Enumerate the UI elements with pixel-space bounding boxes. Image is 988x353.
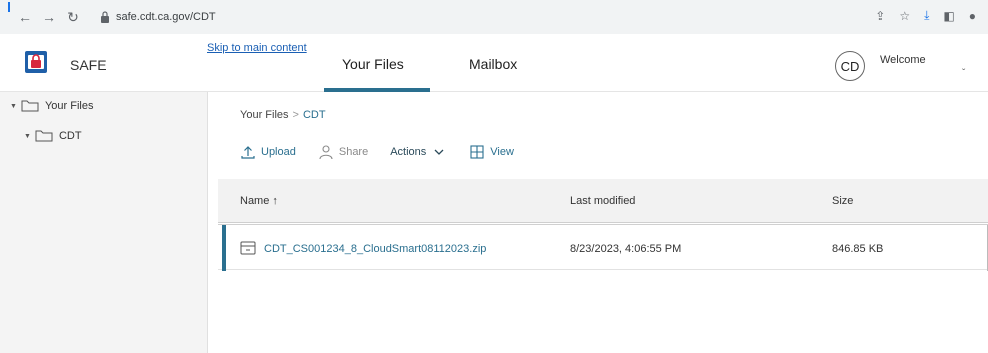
table-row[interactable]: CDT_CS001234_8_CloudSmart08112023.zip 8/…: [218, 224, 988, 271]
folder-icon: [21, 100, 39, 112]
app-header: SAFE Skip to main content Your Files Mai…: [0, 34, 988, 92]
share-page-icon[interactable]: ⇪: [875, 9, 885, 23]
breadcrumb-separator: >: [292, 109, 299, 121]
tab-mailbox[interactable]: Mailbox: [469, 56, 517, 72]
share-button[interactable]: Share: [318, 144, 368, 160]
breadcrumb: Your Files > CDT: [240, 109, 326, 121]
profile-icon[interactable]: ●: [969, 9, 976, 23]
file-toolbar: Upload Share Actions View: [240, 144, 536, 160]
welcome-text: Welcome: [880, 54, 926, 66]
file-list-header: Name ↑ Last modified Size: [218, 179, 988, 223]
active-tab-indicator: [324, 88, 430, 92]
reload-icon[interactable]: ↻: [64, 8, 82, 26]
forward-arrow-icon[interactable]: →: [40, 8, 58, 26]
address-bar[interactable]: safe.cdt.ca.gov/CDT: [92, 5, 952, 29]
expand-triangle-icon[interactable]: ▼: [24, 133, 31, 140]
browser-actions: ⇪ ☆ ⤓ ◧ ●: [875, 8, 976, 23]
grid-view-icon: [470, 145, 484, 159]
brand-name: SAFE: [70, 57, 107, 73]
folder-icon: [35, 130, 53, 142]
view-button[interactable]: View: [469, 144, 514, 160]
browser-toolbar: ← → ↻ safe.cdt.ca.gov/CDT ⇪ ☆ ⤓ ◧ ●: [0, 0, 988, 34]
safe-logo-icon: [25, 51, 47, 73]
lock-icon: [101, 11, 109, 23]
browser-nav: ← → ↻: [16, 8, 82, 26]
upload-label: Upload: [261, 146, 296, 158]
share-label: Share: [338, 146, 369, 158]
upload-button[interactable]: Upload: [240, 144, 296, 160]
share-user-icon: [319, 145, 333, 160]
column-header-last-modified[interactable]: Last modified: [570, 195, 635, 207]
row-selection-indicator: [222, 225, 226, 271]
back-arrow-icon[interactable]: ←: [16, 8, 34, 26]
url-text: safe.cdt.ca.gov/CDT: [116, 11, 216, 23]
sidepanel-icon[interactable]: ◧: [943, 9, 954, 23]
browser-accent-mark: [8, 2, 10, 12]
tree-item-label: CDT: [58, 130, 82, 142]
folder-tree-sidebar: ▼ Your Files ▼ CDT: [0, 92, 208, 353]
tab-your-files[interactable]: Your Files: [342, 56, 404, 72]
skip-to-main-link[interactable]: Skip to main content: [207, 42, 307, 54]
column-header-name[interactable]: Name ↑: [240, 195, 278, 207]
actions-dropdown[interactable]: Actions: [390, 144, 447, 160]
file-name-link[interactable]: CDT_CS001234_8_CloudSmart08112023.zip: [264, 243, 486, 255]
actions-label: Actions: [390, 146, 427, 158]
tree-item-label: Your Files: [44, 100, 94, 112]
chevron-down-icon: [434, 149, 444, 155]
breadcrumb-root[interactable]: Your Files: [240, 109, 289, 121]
tree-item-cdt[interactable]: ▼ CDT: [24, 130, 82, 142]
avatar[interactable]: CD: [835, 51, 865, 81]
user-menu-caret-icon[interactable]: ˇ: [962, 68, 965, 79]
breadcrumb-current[interactable]: CDT: [303, 109, 326, 121]
expand-triangle-icon[interactable]: ▼: [10, 103, 17, 110]
download-icon[interactable]: ⤓: [924, 8, 929, 23]
archive-file-icon: [240, 241, 256, 255]
tree-item-your-files[interactable]: ▼ Your Files: [10, 100, 93, 112]
upload-icon: [241, 146, 255, 159]
bookmark-star-icon[interactable]: ☆: [899, 9, 910, 23]
file-size: 846.85 KB: [832, 243, 884, 255]
file-last-modified: 8/23/2023, 4:06:55 PM: [570, 243, 682, 255]
view-label: View: [490, 146, 514, 158]
column-header-size[interactable]: Size: [832, 195, 853, 207]
